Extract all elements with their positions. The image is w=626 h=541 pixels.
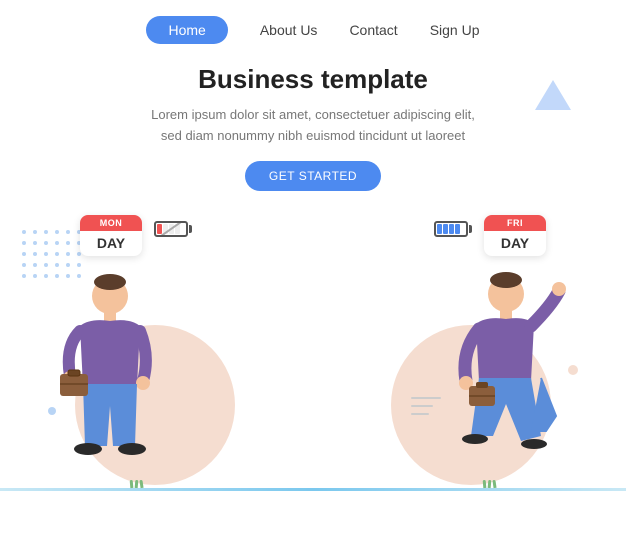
calendar-monday-header: MON: [80, 215, 142, 231]
calendar-friday: FRI DAY: [484, 215, 546, 256]
battery-tip-full: [469, 225, 472, 233]
battery-full: [434, 221, 472, 237]
calendar-friday-body: DAY: [484, 231, 546, 256]
battery-low: [154, 221, 192, 237]
battery-tip-low: [189, 225, 192, 233]
get-started-button[interactable]: GET STARTED: [245, 161, 381, 191]
triangle-decoration: [535, 80, 571, 110]
scene-container: MON DAY FRI DAY: [0, 195, 626, 535]
hero-title: Business template: [0, 64, 626, 95]
person-friday: [441, 266, 571, 491]
calendar-friday-header: FRI: [484, 215, 546, 231]
speed-lines: [411, 397, 441, 415]
nav-contact[interactable]: Contact: [349, 22, 397, 38]
hero-section: Business template Lorem ipsum dolor sit …: [0, 64, 626, 191]
battery-body-full: [434, 221, 468, 237]
calendar-monday: MON DAY: [80, 215, 142, 256]
nav-about[interactable]: About Us: [260, 22, 318, 38]
person-monday: [55, 266, 175, 491]
hero-subtitle: Lorem ipsum dolor sit amet, consectetuer…: [0, 105, 626, 147]
battery-body-low: [154, 221, 188, 237]
nav-signup[interactable]: Sign Up: [430, 22, 480, 38]
navbar: Home About Us Contact Sign Up: [0, 0, 626, 54]
nav-home[interactable]: Home: [146, 16, 227, 44]
calendar-monday-body: DAY: [80, 231, 142, 256]
